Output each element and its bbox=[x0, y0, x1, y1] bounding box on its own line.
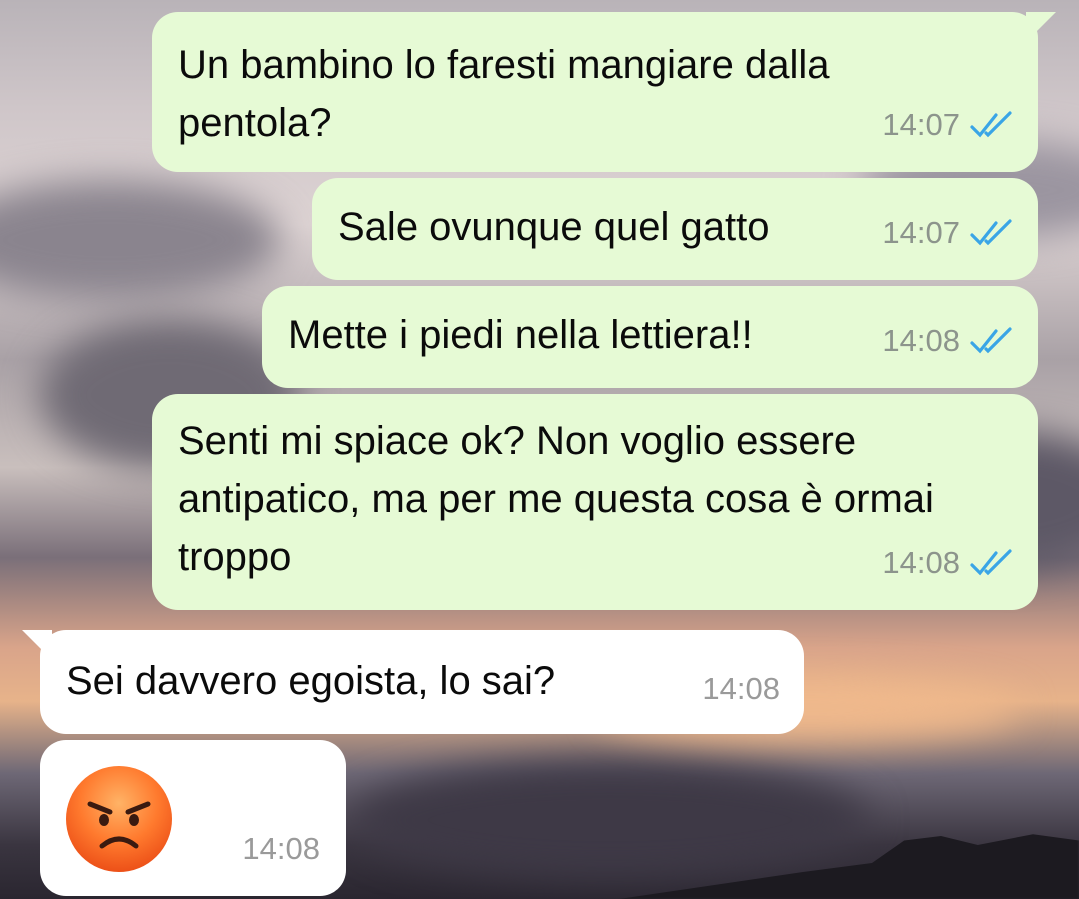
message-text: Un bambino lo faresti mangiare dalla pen… bbox=[178, 43, 830, 145]
angry-face-icon bbox=[87, 801, 151, 849]
message-meta: 14:08 bbox=[882, 312, 1014, 370]
message-meta: 14:08 bbox=[702, 660, 780, 718]
message-time: 14:08 bbox=[702, 671, 780, 706]
message-time: 14:08 bbox=[242, 831, 320, 866]
message-text: Senti mi spiace ok? Non voglio essere an… bbox=[178, 419, 934, 579]
outgoing-message[interactable]: Sale ovunque quel gatto 14:07 bbox=[312, 178, 1038, 280]
message-text: Sale ovunque quel gatto bbox=[338, 205, 770, 249]
double-check-read-icon bbox=[970, 111, 1012, 138]
message-time: 14:08 bbox=[882, 545, 960, 580]
message-meta: 14:07 bbox=[882, 96, 1014, 154]
outgoing-message[interactable]: Senti mi spiace ok? Non voglio essere an… bbox=[152, 394, 1038, 610]
message-meta: 14:07 bbox=[882, 204, 1014, 262]
message-text: Mette i piedi nella lettiera!! bbox=[288, 313, 753, 357]
incoming-emoji-message[interactable]: 14:08 bbox=[40, 740, 346, 896]
outgoing-message[interactable]: Un bambino lo faresti mangiare dalla pen… bbox=[152, 12, 1056, 172]
message-meta: 14:08 bbox=[242, 820, 320, 878]
message-time: 14:07 bbox=[882, 215, 960, 250]
message-text: Sei davvero egoista, lo sai? bbox=[66, 659, 556, 703]
message-time: 14:07 bbox=[882, 107, 960, 142]
double-check-read-icon bbox=[970, 219, 1012, 246]
double-check-read-icon bbox=[970, 327, 1012, 354]
angry-face-emoji bbox=[66, 766, 172, 872]
message-time: 14:08 bbox=[882, 323, 960, 358]
incoming-message[interactable]: Sei davvero egoista, lo sai? 14:08 bbox=[22, 630, 804, 734]
message-meta: 14:08 bbox=[882, 534, 1014, 592]
outgoing-message[interactable]: Mette i piedi nella lettiera!! 14:08 bbox=[262, 286, 1038, 388]
double-check-read-icon bbox=[970, 549, 1012, 576]
